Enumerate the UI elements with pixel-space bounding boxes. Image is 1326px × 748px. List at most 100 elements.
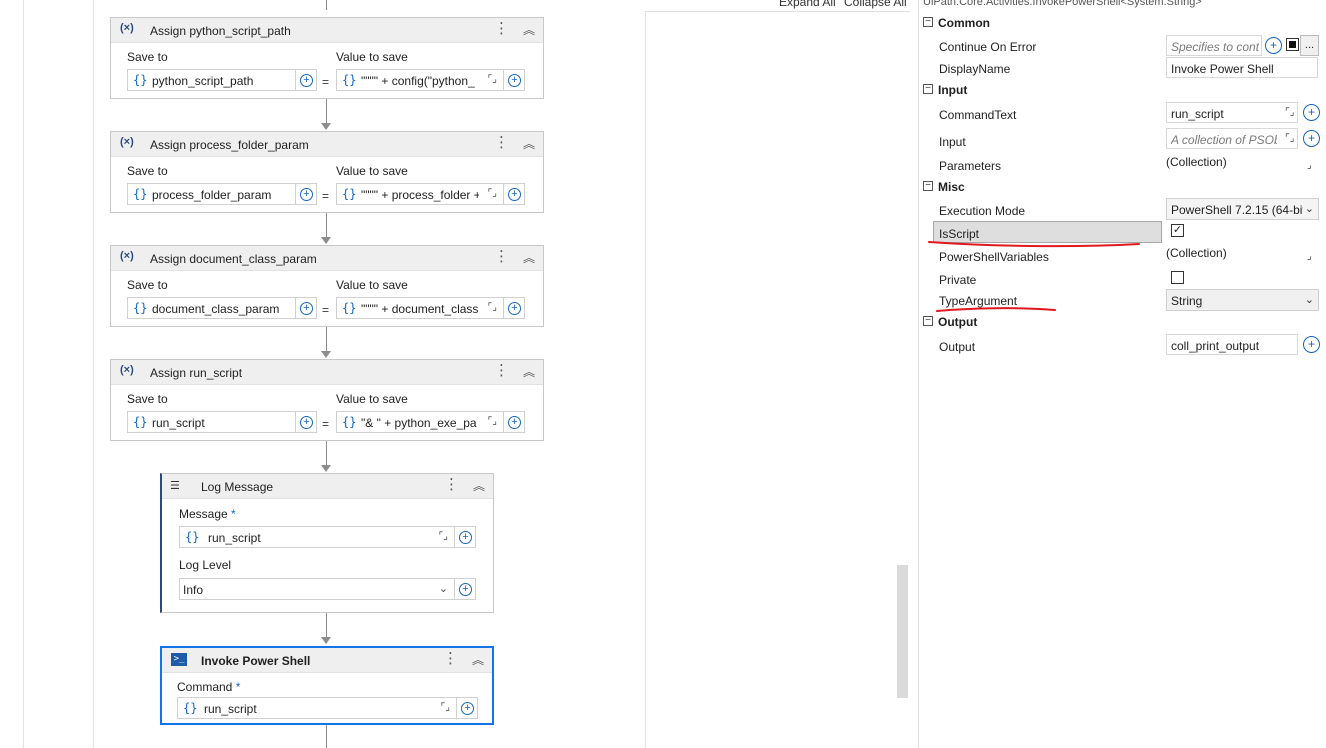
assign-icon: (×) [120, 250, 134, 262]
collapse-all-button[interactable]: Collapse All [844, 0, 907, 9]
activity-header[interactable]: (×) Assign process_folder_param ⋮ ︽ [111, 132, 543, 157]
value-to-save-field[interactable]: {} """" + process_folder + ⌜⌟ [336, 183, 504, 205]
log-level-select[interactable]: Info ⌄ [179, 578, 455, 600]
expand-editor-icon[interactable]: ⌜⌟ [488, 188, 497, 199]
type-argument-select[interactable]: String ⌄ [1166, 289, 1319, 311]
assign-activity[interactable]: (×) Assign run_script ⋮ ︽ Save to Value … [110, 359, 544, 441]
expand-editor-icon[interactable]: ⌟ [1307, 251, 1312, 262]
expand-editor-icon[interactable]: ⌜⌟ [1285, 107, 1294, 118]
category-output[interactable]: − Output [919, 312, 1326, 332]
message-plus-button[interactable]: + [454, 526, 476, 548]
collapse-icon[interactable]: ︽ [523, 21, 535, 38]
checkmark-icon: ✓ [1172, 224, 1183, 236]
collapse-box-icon[interactable]: − [923, 316, 933, 326]
plus-icon[interactable]: + [1303, 336, 1320, 353]
assign-activity[interactable]: (×) Assign document_class_param ⋮ ︽ Save… [110, 245, 544, 327]
property-is-script[interactable]: IsScript ✓ [933, 221, 1319, 243]
collapse-box-icon[interactable]: − [923, 84, 933, 94]
canvas-vertical-scrollbar[interactable] [897, 565, 908, 698]
save-to-field[interactable]: {} python_script_path [127, 69, 296, 91]
value-to-save-field[interactable]: {} """" + config("python_ ⌜⌟ [336, 69, 504, 91]
expand-editor-icon[interactable]: ⌜⌟ [488, 74, 497, 85]
property-type-argument[interactable]: TypeArgument String ⌄ [933, 289, 1319, 311]
collapse-icon[interactable]: ︽ [523, 249, 535, 266]
collapse-box-icon[interactable]: − [923, 17, 933, 27]
value-plus-button[interactable]: + [503, 69, 525, 91]
more-options-icon[interactable]: ⋮ [494, 134, 509, 152]
activity-header[interactable]: >_ Invoke Power Shell ⋮ ︽ [162, 648, 492, 673]
category-common[interactable]: − Common [919, 13, 1326, 33]
invoke-powershell-activity[interactable]: >_ Invoke Power Shell ⋮ ︽ Command * {} r… [160, 646, 494, 725]
ellipsis-button[interactable]: ... [1300, 35, 1319, 56]
expand-editor-icon[interactable]: ⌜⌟ [1285, 133, 1294, 144]
assign-activity[interactable]: (×) Assign python_script_path ⋮ ︽ Save t… [110, 17, 544, 99]
value-to-save-field[interactable]: {} """" + document_class ⌜⌟ [336, 297, 504, 319]
workflow-designer-canvas[interactable]: Expand All Collapse All (×) Assign pytho… [0, 0, 910, 748]
log-message-activity[interactable]: ☰ Log Message ⋮ ︽ Message * {} run_scrip… [160, 473, 494, 613]
expand-editor-icon[interactable]: ⌜⌟ [488, 302, 497, 313]
expand-editor-icon[interactable]: ⌟ [1307, 160, 1312, 171]
property-input[interactable]: Input A collection of PSObj ⌜⌟ + [933, 128, 1320, 150]
more-options-icon[interactable]: ⋮ [444, 476, 459, 494]
collapse-icon[interactable]: ︽ [523, 363, 535, 380]
property-private[interactable]: Private [933, 267, 1319, 289]
command-plus-button[interactable]: + [456, 697, 478, 719]
activity-title: Assign document_class_param [150, 252, 317, 266]
input-collection-input[interactable]: A collection of PSObj [1166, 128, 1298, 149]
more-options-icon[interactable]: ⋮ [494, 248, 509, 266]
connector-line [326, 612, 327, 637]
expand-editor-icon[interactable]: ⌜⌟ [488, 416, 497, 427]
continue-on-error-input[interactable]: Specifies to cont [1166, 35, 1262, 56]
collapse-icon[interactable]: ︽ [472, 651, 484, 668]
connector-line [326, 0, 327, 10]
save-to-plus-button[interactable]: + [295, 297, 317, 319]
private-checkbox[interactable] [1171, 271, 1184, 284]
activity-header[interactable]: (×) Assign python_script_path ⋮ ︽ [111, 18, 543, 43]
more-options-icon[interactable]: ⋮ [494, 362, 509, 380]
save-to-field[interactable]: {} process_folder_param [127, 183, 296, 205]
collapse-box-icon[interactable]: − [923, 181, 933, 191]
is-script-checkbox[interactable]: ✓ [1171, 224, 1184, 237]
activity-header[interactable]: (×) Assign document_class_param ⋮ ︽ [111, 246, 543, 271]
message-field[interactable]: {} run_script ⌜⌟ [179, 526, 455, 548]
command-text-input[interactable]: run_script [1166, 102, 1298, 123]
property-command-text[interactable]: CommandText run_script ⌜⌟ + [933, 102, 1320, 124]
expand-all-button[interactable]: Expand All [779, 0, 836, 9]
output-input[interactable]: coll_print_output [1166, 334, 1298, 355]
expand-editor-icon[interactable]: ⌜⌟ [439, 531, 448, 542]
collapse-icon[interactable]: ︽ [473, 477, 485, 494]
save-to-plus-button[interactable]: + [295, 183, 317, 205]
property-display-name[interactable]: DisplayName Invoke Power Shell [933, 57, 1319, 79]
property-powershell-variables[interactable]: PowerShellVariables (Collection) ⌟ [933, 244, 1319, 266]
save-to-field[interactable]: {} document_class_param [127, 297, 296, 319]
connector-line [326, 724, 327, 748]
plus-icon[interactable]: + [1303, 104, 1320, 121]
execution-mode-select[interactable]: PowerShell 7.2.15 (64-bit ⌄ [1166, 198, 1319, 220]
value-plus-button[interactable]: + [503, 411, 525, 433]
assign-activity[interactable]: (×) Assign process_folder_param ⋮ ︽ Save… [110, 131, 544, 213]
more-options-icon[interactable]: ⋮ [494, 20, 509, 38]
command-field[interactable]: {} run_script ⌜⌟ [177, 697, 457, 719]
plus-icon[interactable]: + [1265, 37, 1282, 54]
property-continue-on-error[interactable]: Continue On Error Specifies to cont + ..… [933, 35, 1319, 57]
display-name-input[interactable]: Invoke Power Shell [1166, 57, 1318, 78]
save-to-plus-button[interactable]: + [295, 411, 317, 433]
activity-header[interactable]: ☰ Log Message ⋮ ︽ [162, 474, 493, 499]
save-to-field[interactable]: {} run_script [127, 411, 296, 433]
property-output[interactable]: Output coll_print_output + [933, 334, 1320, 356]
value-plus-button[interactable]: + [503, 297, 525, 319]
log-level-plus-button[interactable]: + [454, 578, 476, 600]
category-input[interactable]: − Input [919, 80, 1326, 100]
save-to-plus-button[interactable]: + [295, 69, 317, 91]
square-stop-icon[interactable] [1286, 38, 1299, 51]
value-plus-button[interactable]: + [503, 183, 525, 205]
value-to-save-field[interactable]: {} "& " + python_exe_pa ⌜⌟ [336, 411, 504, 433]
activity-header[interactable]: (×) Assign run_script ⋮ ︽ [111, 360, 543, 385]
expand-editor-icon[interactable]: ⌜⌟ [441, 702, 450, 713]
more-options-icon[interactable]: ⋮ [443, 650, 458, 668]
property-execution-mode[interactable]: Execution Mode PowerShell 7.2.15 (64-bit… [933, 198, 1319, 220]
plus-icon[interactable]: + [1303, 130, 1320, 147]
category-misc[interactable]: − Misc [919, 177, 1326, 197]
collapse-icon[interactable]: ︽ [523, 135, 535, 152]
property-parameters[interactable]: Parameters (Collection) ⌟ [933, 153, 1319, 175]
